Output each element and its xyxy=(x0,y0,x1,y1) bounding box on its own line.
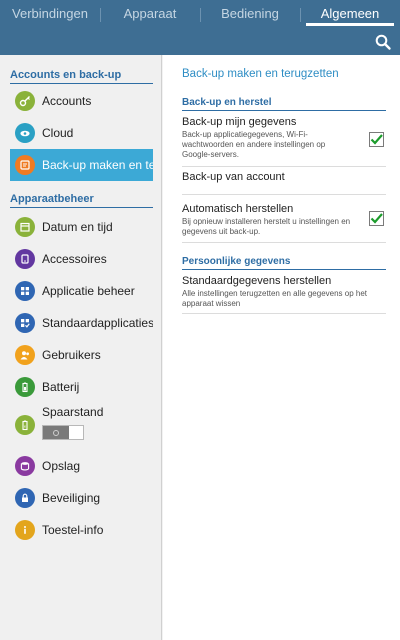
sidebar-item-device-info[interactable]: Toestel-info xyxy=(10,514,153,546)
auto-restore-title: Automatisch herstellen xyxy=(182,203,294,215)
power-saving-toggle[interactable] xyxy=(42,425,84,440)
sidebar-item-app-manager[interactable]: Applicatie beheer xyxy=(10,275,153,307)
sidebar: Accounts en back-up Accounts Cloud Back-… xyxy=(0,55,162,640)
sidebar-item-label: Toestel-info xyxy=(42,523,104,537)
toggle-knob xyxy=(43,426,69,439)
factory-reset-subtitle: Alle instellingen terugzetten en alle ge… xyxy=(182,289,368,308)
factory-reset-title: Standaardgegevens herstellen xyxy=(182,275,332,287)
backup-my-data-subtitle: Back-up applicatiegegevens, Wi-Fi-wachtw… xyxy=(182,130,326,159)
section-backup-restore: Back-up en herstel xyxy=(182,97,386,111)
auto-restore-subtitle: Bij opnieuw installeren herstelt u inste… xyxy=(182,217,351,236)
factory-reset-item[interactable]: Standaardgegevens herstellen Alle instel… xyxy=(182,275,386,314)
sidebar-item-label: Gebruikers xyxy=(42,348,101,362)
battery-icon xyxy=(15,377,35,397)
backup-icon xyxy=(15,155,35,175)
sidebar-item-label: Spaarstand xyxy=(42,405,104,419)
calendar-icon xyxy=(15,217,35,237)
accessory-icon xyxy=(15,249,35,269)
default-apps-icon xyxy=(15,313,35,333)
sidebar-item-accessories[interactable]: Accessoires xyxy=(10,243,153,275)
tab-divider xyxy=(200,8,201,22)
sidebar-item-label: Standaardapplicaties xyxy=(42,316,153,330)
sidebar-item-label: Accessoires xyxy=(42,252,107,266)
power-saving-icon: e xyxy=(15,415,35,435)
sidebar-item-label: Beveiliging xyxy=(42,491,101,505)
tab-divider xyxy=(100,8,101,22)
sidebar-item-cloud[interactable]: Cloud xyxy=(10,117,153,149)
sidebar-section-accounts: Accounts en back-up xyxy=(10,69,153,84)
backup-account-title: Back-up van account xyxy=(182,171,285,183)
sidebar-item-label: Datum en tijd xyxy=(42,220,113,234)
sidebar-item-storage[interactable]: Opslag xyxy=(10,450,153,482)
sidebar-item-battery[interactable]: Batterij xyxy=(10,371,153,403)
sidebar-item-date-time[interactable]: Datum en tijd xyxy=(10,211,153,243)
sidebar-item-label: Back-up maken en terugzetten xyxy=(42,158,153,172)
sidebar-item-security[interactable]: Beveiliging xyxy=(10,482,153,514)
sidebar-item-default-apps[interactable]: Standaardapplicaties xyxy=(10,307,153,339)
apps-grid-icon xyxy=(15,281,35,301)
section-personal-data: Persoonlijke gegevens xyxy=(182,256,386,270)
sidebar-item-users[interactable]: Gebruikers xyxy=(10,339,153,371)
sidebar-item-backup[interactable]: Back-up maken en terugzetten xyxy=(10,149,153,181)
lock-icon xyxy=(15,488,35,508)
key-icon xyxy=(15,91,35,111)
backup-my-data-checkbox[interactable] xyxy=(369,132,384,147)
tab-apparaat[interactable]: Apparaat xyxy=(100,0,200,28)
backup-account-item[interactable]: Back-up van account xyxy=(182,168,386,195)
auto-restore-item[interactable]: Automatisch herstellen Bij opnieuw insta… xyxy=(182,203,386,243)
sidebar-item-label: Applicatie beheer xyxy=(42,284,135,298)
sidebar-item-label: Batterij xyxy=(42,380,80,394)
search-icon[interactable] xyxy=(374,33,392,51)
users-icon xyxy=(15,345,35,365)
tab-divider xyxy=(300,8,301,22)
top-bar: Verbindingen Apparaat Bediening Algemeen xyxy=(0,0,400,55)
main-panel: Back-up maken en terugzetten Back-up en … xyxy=(163,55,400,640)
sidebar-item-label: Cloud xyxy=(42,126,74,140)
storage-icon xyxy=(15,456,35,476)
backup-my-data-item[interactable]: Back-up mijn gegevens Back-up applicatie… xyxy=(182,116,386,167)
tab-bediening[interactable]: Bediening xyxy=(200,0,300,28)
auto-restore-checkbox[interactable] xyxy=(369,211,384,226)
sidebar-item-accounts[interactable]: Accounts xyxy=(10,85,153,117)
cloud-icon xyxy=(15,123,35,143)
backup-my-data-title: Back-up mijn gegevens xyxy=(182,116,297,128)
sidebar-item-label: Accounts xyxy=(42,94,92,108)
tab-algemeen[interactable]: Algemeen xyxy=(300,0,400,28)
svg-text:e: e xyxy=(24,424,27,429)
tab-verbindingen[interactable]: Verbindingen xyxy=(0,0,100,28)
info-icon xyxy=(15,520,35,540)
page-title: Back-up maken en terugzetten xyxy=(182,68,339,80)
sidebar-section-device: Apparaatbeheer xyxy=(10,193,153,208)
sidebar-item-label: Opslag xyxy=(42,459,81,473)
